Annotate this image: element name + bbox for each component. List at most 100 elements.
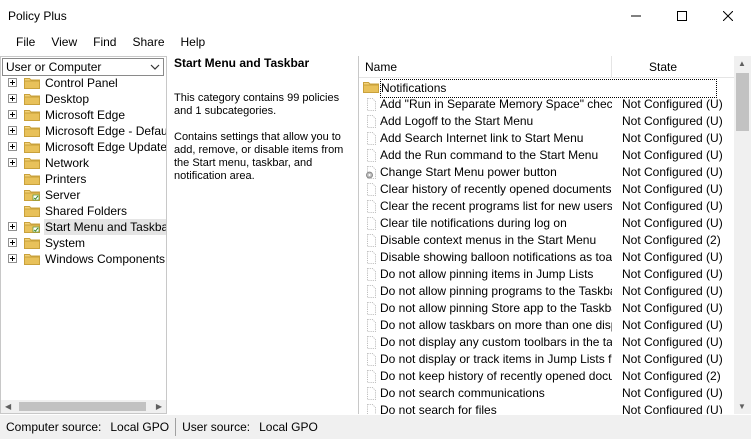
policy-name: Do not allow pinning Store app to the Ta… xyxy=(380,301,612,315)
maximize-button[interactable] xyxy=(659,0,705,32)
policy-row[interactable]: Do not allow pinning Store app to the Ta… xyxy=(359,300,735,317)
policy-state: Not Configured (U) xyxy=(622,403,723,414)
column-header-name[interactable]: Name xyxy=(359,56,612,77)
policy-page-icon xyxy=(365,302,377,315)
vertical-scrollbar[interactable]: ▲ ▼ xyxy=(734,56,751,414)
policy-name: Do not allow pinning items in Jump Lists xyxy=(380,267,594,281)
user-source: User source: Local GPO xyxy=(176,418,318,436)
policy-page-icon xyxy=(365,149,377,162)
expand-icon[interactable] xyxy=(8,254,17,263)
policy-state: Not Configured (U) xyxy=(622,301,723,315)
tree-item[interactable]: Shared Folders xyxy=(1,203,166,219)
scroll-down-icon[interactable]: ▼ xyxy=(738,402,746,411)
menu-view[interactable]: View xyxy=(43,32,85,53)
user-source-value: Local GPO xyxy=(259,420,318,434)
policy-page-icon xyxy=(365,217,377,230)
minimize-button[interactable] xyxy=(613,0,659,32)
policy-state: Not Configured (U) xyxy=(622,165,723,179)
tree-item[interactable]: Microsoft Edge Update xyxy=(1,139,166,155)
expand-icon[interactable] xyxy=(8,222,17,231)
policy-page-icon xyxy=(365,285,377,298)
policy-row[interactable]: Change Start Menu power button Not Config… xyxy=(359,164,735,181)
folder-icon xyxy=(24,125,40,137)
menu-file[interactable]: File xyxy=(8,32,43,53)
policy-page-icon xyxy=(365,132,377,145)
policy-row[interactable]: Disable showing balloon notifications as… xyxy=(359,249,735,266)
tree-item[interactable]: Microsoft Edge - Default S xyxy=(1,123,166,139)
policy-row[interactable]: Add Logoff to the Start Menu Not Configur… xyxy=(359,113,735,130)
scope-selector[interactable]: User or Computer xyxy=(2,58,164,76)
tree-item[interactable]: System xyxy=(1,235,166,251)
tree-item[interactable]: Network xyxy=(1,155,166,171)
tree-item[interactable]: Desktop xyxy=(1,91,166,107)
scope-selector-value: User or Computer xyxy=(6,60,102,74)
status-bar: Computer source: Local GPO User source: Lo… xyxy=(0,415,751,439)
expand-icon[interactable] xyxy=(8,110,17,119)
policy-page-icon xyxy=(365,319,377,332)
scroll-up-icon[interactable]: ▲ xyxy=(738,59,746,68)
folder-icon xyxy=(24,109,40,121)
tree-item-label: Microsoft Edge xyxy=(45,108,126,122)
column-header-state[interactable]: State xyxy=(612,56,714,77)
policy-row[interactable]: Do not keep history of recently opened d… xyxy=(359,368,735,385)
expand-icon[interactable] xyxy=(8,78,17,87)
scroll-thumb[interactable] xyxy=(19,402,146,411)
policy-row[interactable]: Add the Run command to the Start Menu Not… xyxy=(359,147,735,164)
list-header: Name State xyxy=(359,56,735,78)
policy-name: Clear history of recently opened documen… xyxy=(380,182,612,196)
scroll-left-icon[interactable]: ◀ xyxy=(5,402,11,411)
policy-row[interactable]: Do not allow taskbars on more than one d… xyxy=(359,317,735,334)
policy-row[interactable]: Do not search communications Not Configur… xyxy=(359,385,735,402)
expand-icon[interactable] xyxy=(8,238,17,247)
policy-page-icon xyxy=(365,251,377,264)
policy-row[interactable]: Do not display any custom toolbars in th… xyxy=(359,334,735,351)
folder-icon xyxy=(24,237,40,249)
policy-row[interactable]: Clear history of recently opened documen… xyxy=(359,181,735,198)
tree-item[interactable]: Start Menu and Taskbar xyxy=(1,219,166,235)
scroll-right-icon[interactable]: ▶ xyxy=(156,402,162,411)
policy-page-icon xyxy=(365,115,377,128)
horizontal-scrollbar[interactable]: ◀ ▶ xyxy=(1,400,166,413)
scroll-thumb[interactable] xyxy=(736,73,749,131)
policy-row[interactable]: Do not display or track items in Jump Li… xyxy=(359,351,735,368)
tree-item-label: Printers xyxy=(45,172,87,186)
menu-help[interactable]: Help xyxy=(173,32,214,53)
tree-item[interactable]: Printers xyxy=(1,171,166,187)
policy-state: Not Configured (U) xyxy=(622,335,723,349)
policy-gear-icon xyxy=(365,166,377,179)
tree-item[interactable]: Windows Components xyxy=(1,251,166,267)
policy-row[interactable]: Do not allow pinning items in Jump Lists… xyxy=(359,266,735,283)
policy-row[interactable]: Clear tile notifications during log on No… xyxy=(359,215,735,232)
close-button[interactable] xyxy=(705,0,751,32)
policy-row[interactable]: Add Search Internet link to Start Menu No… xyxy=(359,130,735,147)
tree-item[interactable]: Microsoft Edge xyxy=(1,107,166,123)
policy-state: Not Configured (U) xyxy=(622,386,723,400)
expand-icon[interactable] xyxy=(8,142,17,151)
policy-state: Not Configured (U) xyxy=(622,284,723,298)
folder-icon xyxy=(24,173,40,185)
policy-page-icon xyxy=(365,353,377,366)
expand-icon[interactable] xyxy=(8,94,17,103)
tree-item[interactable]: Server xyxy=(1,187,166,203)
computer-source: Computer source: Local GPO xyxy=(0,418,177,436)
folder-icon xyxy=(363,81,379,94)
policy-row[interactable]: Do not search for files Not Configured (U… xyxy=(359,402,735,414)
policy-name: Do not search communications xyxy=(380,386,545,400)
menu-share[interactable]: Share xyxy=(124,32,172,53)
policy-page-icon xyxy=(365,404,377,414)
policy-row[interactable]: Add "Run in Separate Memory Space" check… xyxy=(359,96,735,113)
policy-name: Do not allow taskbars on more than one d… xyxy=(380,318,612,332)
menu-find[interactable]: Find xyxy=(85,32,124,53)
policy-name: Do not search for files xyxy=(380,403,497,414)
expand-icon[interactable] xyxy=(8,158,17,167)
policy-row[interactable]: Do not allow pinning programs to the Tas… xyxy=(359,283,735,300)
policy-row[interactable]: Clear the recent programs list for new u… xyxy=(359,198,735,215)
policy-name: Disable context menus in the Start Menu xyxy=(380,233,597,247)
policy-row[interactable]: Disable context menus in the Start Menu N… xyxy=(359,232,735,249)
subcategory-row[interactable]: Notifications xyxy=(359,79,735,98)
category-title: Start Menu and Taskbar xyxy=(174,56,310,70)
expand-icon[interactable] xyxy=(8,126,17,135)
tree-item[interactable]: Control Panel xyxy=(1,75,166,91)
policy-state: Not Configured (U) xyxy=(622,318,723,332)
policy-page-icon xyxy=(365,183,377,196)
